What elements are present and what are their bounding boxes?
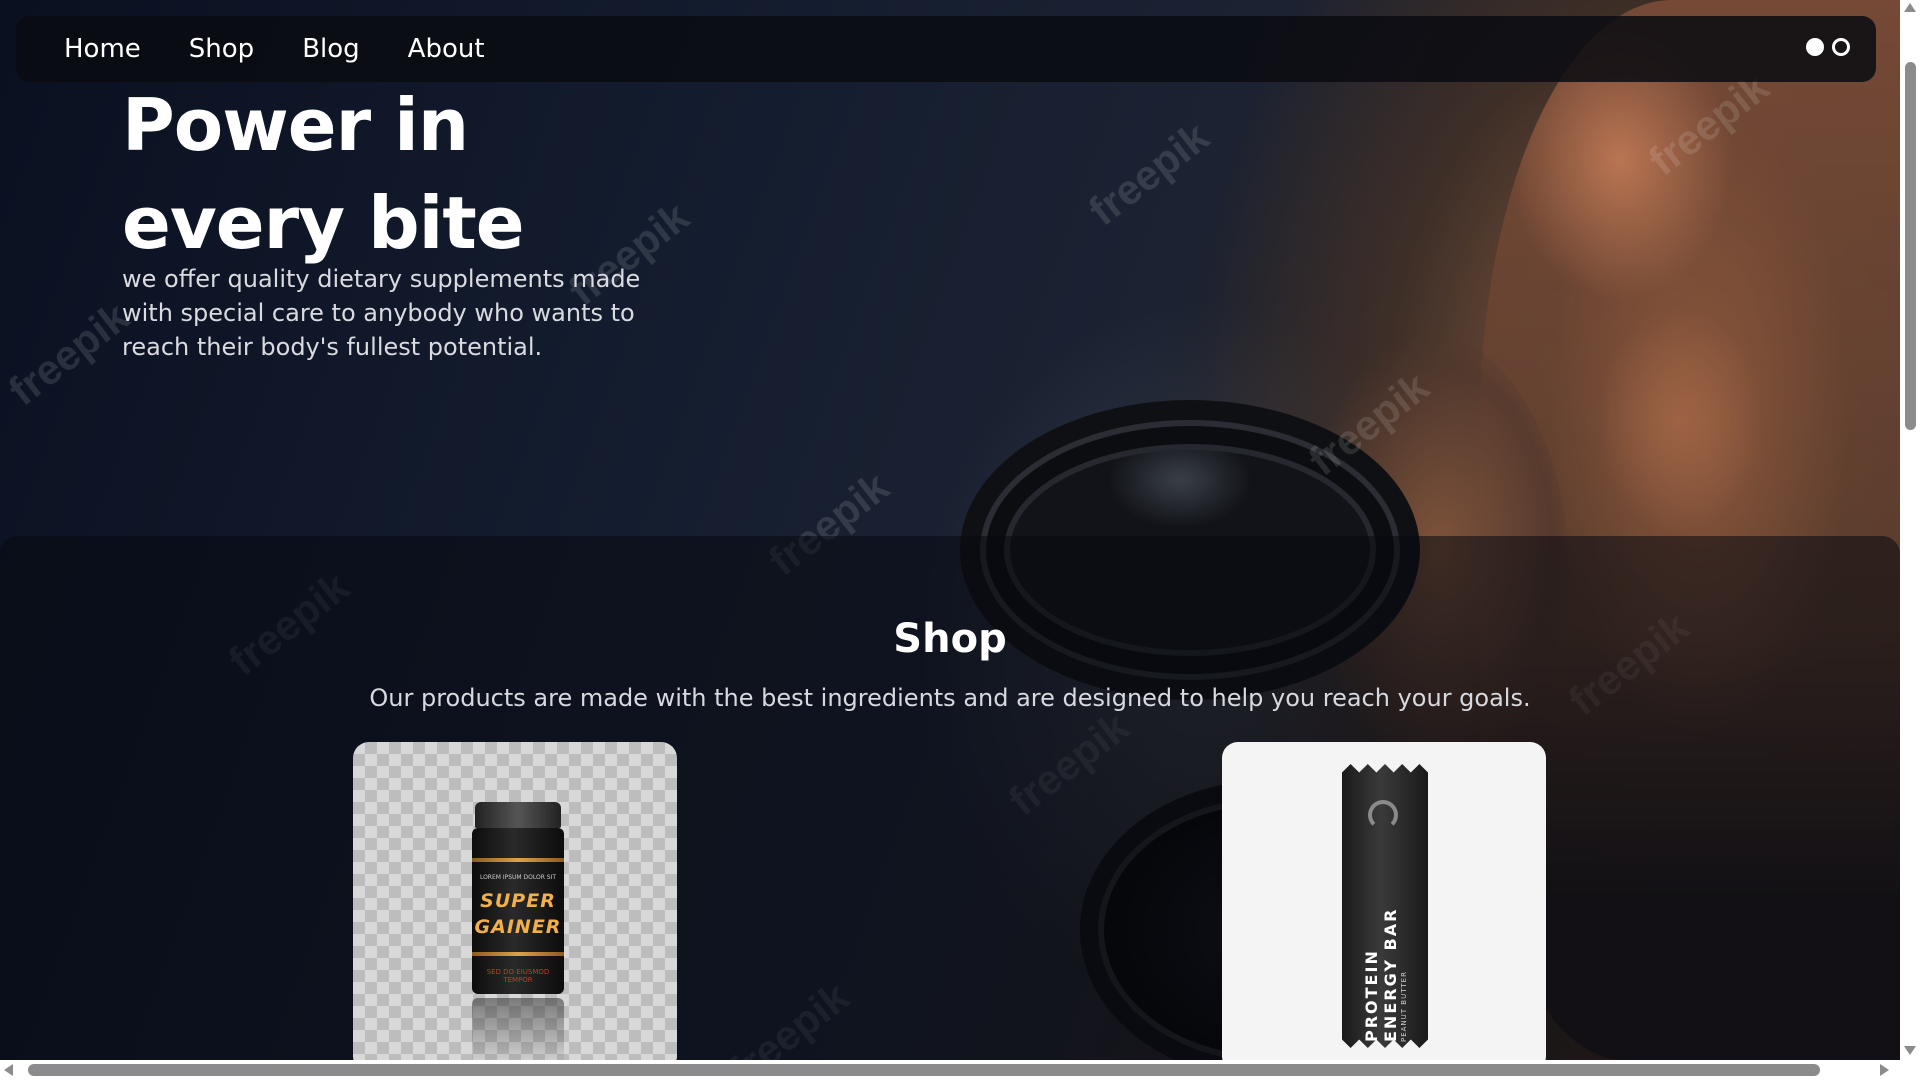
hero-title-line2: every bite bbox=[122, 181, 525, 265]
nav-blog[interactable]: Blog bbox=[302, 34, 359, 64]
hero-description: we offer quality dietary supplements mad… bbox=[122, 265, 641, 361]
jar-stripe bbox=[472, 858, 564, 862]
super-gainer-jar-image: LOREM IPSUM DOLOR SIT SUPER GAINER SED D… bbox=[472, 828, 564, 994]
scrollbar-corner bbox=[1900, 1060, 1920, 1080]
theme-toggle[interactable] bbox=[1806, 38, 1850, 56]
protein-bar-line1: PROTEIN bbox=[1362, 949, 1381, 1042]
shop-title: Shop bbox=[893, 616, 1007, 662]
jar-lid bbox=[475, 802, 561, 828]
jar-word-gainer: GAINER bbox=[474, 916, 562, 938]
protein-bar-image: PROTEIN ENERGY BAR PEANUT BUTTER bbox=[1342, 764, 1428, 1048]
jar-stripe bbox=[472, 952, 564, 956]
nav-home[interactable]: Home bbox=[64, 34, 141, 64]
protein-bar-line2: ENERGY BAR bbox=[1381, 907, 1400, 1042]
page-viewport: freepik freepik freepik freepik freepik … bbox=[0, 0, 1900, 1060]
watermark: freepik bbox=[1079, 112, 1218, 235]
jar-word-super: SUPER bbox=[480, 890, 556, 912]
nav-shop[interactable]: Shop bbox=[189, 34, 254, 64]
protein-bar-logo-icon bbox=[1368, 800, 1398, 830]
top-nav: Home Shop Blog About bbox=[16, 16, 1876, 82]
toggle-dot-ring-icon bbox=[1832, 38, 1850, 56]
jar-reflection bbox=[472, 998, 564, 1060]
scroll-right-arrow-icon[interactable] bbox=[1880, 1064, 1889, 1076]
protein-bar-flavor: PEANUT BUTTER bbox=[1400, 971, 1408, 1042]
product-card-super-gainer[interactable]: LOREM IPSUM DOLOR SIT SUPER GAINER SED D… bbox=[353, 742, 677, 1060]
shop-subtitle: Our products are made with the best ingr… bbox=[369, 684, 1531, 712]
jar-small-text: LOREM IPSUM DOLOR SIT bbox=[479, 874, 557, 881]
product-card-protein-bar[interactable]: PROTEIN ENERGY BAR PEANUT BUTTER bbox=[1222, 742, 1546, 1060]
horizontal-scrollbar[interactable] bbox=[0, 1060, 1920, 1080]
nav-about[interactable]: About bbox=[408, 34, 485, 64]
scroll-down-arrow-icon[interactable] bbox=[1904, 1046, 1916, 1055]
shop-section: Shop Our products are made with the best… bbox=[0, 536, 1900, 1060]
vertical-scrollbar[interactable] bbox=[1900, 0, 1920, 1060]
scroll-up-arrow-icon[interactable] bbox=[1904, 3, 1916, 12]
hero-title: Power in every bite bbox=[122, 76, 525, 272]
hero-title-line1: Power in bbox=[122, 83, 469, 167]
horizontal-scroll-thumb[interactable] bbox=[28, 1064, 1820, 1076]
vertical-scroll-thumb[interactable] bbox=[1905, 62, 1916, 430]
watermark: freepik bbox=[0, 292, 138, 415]
scroll-left-arrow-icon[interactable] bbox=[4, 1064, 13, 1076]
protein-bar-label: PROTEIN ENERGY BAR PEANUT BUTTER bbox=[1362, 832, 1408, 1042]
jar-red-text: SED DO EIUSMOD TEMPOR bbox=[486, 968, 550, 984]
toggle-dot-filled-icon bbox=[1806, 38, 1824, 56]
